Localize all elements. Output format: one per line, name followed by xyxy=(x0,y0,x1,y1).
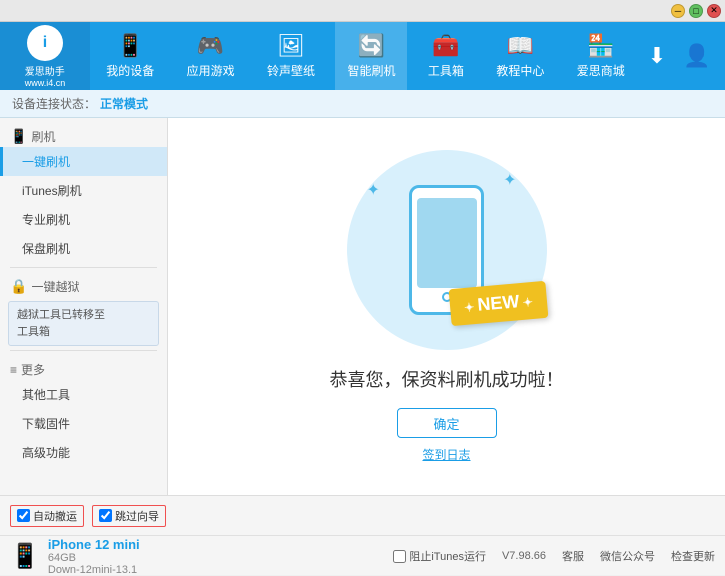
stop-itunes-label: 阻止iTunes运行 xyxy=(393,548,486,564)
bottom-right-section: 阻止iTunes运行 V7.98.66 客服 微信公众号 检查更新 xyxy=(393,548,715,564)
success-message: 恭喜您，保资料刷机成功啦！ xyxy=(330,366,564,392)
nav-wallpaper[interactable]: 🖼 铃声壁纸 xyxy=(255,22,327,90)
minimize-button[interactable]: ─ xyxy=(671,4,685,18)
skip-guide-label: 跳过向导 xyxy=(115,508,159,524)
main-area: 📱 刷机 一键刷机 iTunes刷机 专业刷机 保盘刷机 🔒 一键越狱 越狱工具… xyxy=(0,118,725,495)
stop-itunes-checkbox[interactable] xyxy=(393,550,406,563)
nav-tutorials[interactable]: 📖 教程中心 xyxy=(484,22,556,90)
sidebar-item-one-key-flash[interactable]: 一键刷机 xyxy=(0,147,167,176)
version-info: V7.98.66 xyxy=(502,550,546,562)
auto-dismiss-checkbox-group: 自动撤运 xyxy=(10,505,84,527)
sidebar-divider-2 xyxy=(10,350,157,351)
daily-link[interactable]: 签到日志 xyxy=(422,446,470,463)
section-flash-label: 📱 刷机 xyxy=(0,122,167,147)
my-device-icon: 📱 xyxy=(117,33,144,59)
device-version: Down-12mini-13.1 xyxy=(48,564,140,576)
wallpaper-icon: 🖼 xyxy=(277,33,305,59)
sidebar-item-pro-flash[interactable]: 专业刷机 xyxy=(0,205,167,234)
device-storage: 64GB xyxy=(48,552,140,564)
logo-icon: i xyxy=(27,25,63,61)
apps-icon: 🎮 xyxy=(197,33,224,59)
skip-guide-checkbox[interactable] xyxy=(99,509,112,522)
status-bar: 设备连接状态： 正常模式 xyxy=(0,90,725,118)
nav-fan-city[interactable]: 🏪 爱思商城 xyxy=(565,22,637,90)
flash-section-icon: 📱 xyxy=(10,128,27,145)
nav-apps[interactable]: 🎮 应用游戏 xyxy=(175,22,247,90)
sidebar-item-save-flash[interactable]: 保盘刷机 xyxy=(0,234,167,263)
titlebar: ─ □ ✕ xyxy=(0,0,725,22)
new-badge: NEW xyxy=(448,281,548,326)
nav-items: 📱 我的设备 🎮 应用游戏 🖼 铃声壁纸 🔄 智能刷机 🧰 工具箱 📖 教程中心… xyxy=(90,22,641,90)
section-more-label: ≡ 更多 xyxy=(0,355,167,380)
nav-smart-flash[interactable]: 🔄 智能刷机 xyxy=(335,22,407,90)
maximize-button[interactable]: □ xyxy=(689,4,703,18)
more-section-icon: ≡ xyxy=(10,363,17,377)
phone-illustration: ✦ ✦ NEW xyxy=(337,150,557,350)
lock-icon: 🔒 xyxy=(10,278,27,295)
tools-icon: 🧰 xyxy=(432,33,459,59)
content-area: ✦ ✦ NEW 恭喜您，保资料刷机成功啦！ 确定 签到日志 xyxy=(168,118,725,495)
download-button[interactable]: ⬇ xyxy=(641,40,673,72)
sidebar-info-box: 越狱工具已转移至 工具箱 xyxy=(8,301,159,346)
wechat-link[interactable]: 微信公众号 xyxy=(600,548,655,564)
bottom-row2: 📱 iPhone 12 mini 64GB Down-12mini-13.1 阻… xyxy=(0,536,725,576)
header: i 爱思助手 www.i4.cn 📱 我的设备 🎮 应用游戏 🖼 铃声壁纸 🔄 … xyxy=(0,22,725,90)
auto-dismiss-checkbox[interactable] xyxy=(17,509,30,522)
device-section: 📱 iPhone 12 mini 64GB Down-12mini-13.1 xyxy=(10,537,140,576)
locked-section-label: 🔒 一键越狱 xyxy=(0,272,167,297)
tutorials-icon: 📖 xyxy=(507,33,534,59)
sidebar-item-other-tools[interactable]: 其他工具 xyxy=(0,380,167,409)
skip-guide-checkbox-group: 跳过向导 xyxy=(92,505,166,527)
phone-screen xyxy=(417,198,477,288)
nav-right: ⬇ 👤 xyxy=(641,40,725,72)
bottom-combined: 自动撤运 跳过向导 📱 iPhone 12 mini 64GB Down-12m… xyxy=(0,495,725,575)
smart-flash-icon: 🔄 xyxy=(358,33,385,59)
device-name: iPhone 12 mini xyxy=(48,537,140,552)
logo-text: 爱思助手 www.i4.cn xyxy=(25,63,66,88)
sidebar-divider-1 xyxy=(10,267,157,268)
nav-tools[interactable]: 🧰 工具箱 xyxy=(416,22,476,90)
nav-my-device[interactable]: 📱 我的设备 xyxy=(94,22,166,90)
customer-service-link[interactable]: 客服 xyxy=(562,548,584,564)
confirm-button[interactable]: 确定 xyxy=(397,408,497,438)
check-update-link[interactable]: 检查更新 xyxy=(671,548,715,564)
status-value: 正常模式 xyxy=(100,95,148,112)
device-icon: 📱 xyxy=(10,542,40,571)
user-button[interactable]: 👤 xyxy=(681,40,713,72)
close-button[interactable]: ✕ xyxy=(707,4,721,18)
sidebar-item-download-firmware[interactable]: 下载固件 xyxy=(0,409,167,438)
logo-area: i 爱思助手 www.i4.cn xyxy=(0,22,90,90)
bottom-row1: 自动撤运 跳过向导 xyxy=(0,496,725,536)
status-label: 设备连接状态： xyxy=(12,95,96,112)
sidebar-item-itunes-flash[interactable]: iTunes刷机 xyxy=(0,176,167,205)
auto-dismiss-label: 自动撤运 xyxy=(33,508,77,524)
sparkle-tr-icon: ✦ xyxy=(503,170,516,190)
fan-city-icon: 🏪 xyxy=(587,33,614,59)
sidebar-item-advanced[interactable]: 高级功能 xyxy=(0,438,167,467)
bottom-links: 客服 微信公众号 检查更新 xyxy=(562,548,715,564)
sparkle-tl-icon: ✦ xyxy=(367,180,380,200)
sidebar: 📱 刷机 一键刷机 iTunes刷机 专业刷机 保盘刷机 🔒 一键越狱 越狱工具… xyxy=(0,118,168,495)
device-details: iPhone 12 mini 64GB Down-12mini-13.1 xyxy=(48,537,140,576)
